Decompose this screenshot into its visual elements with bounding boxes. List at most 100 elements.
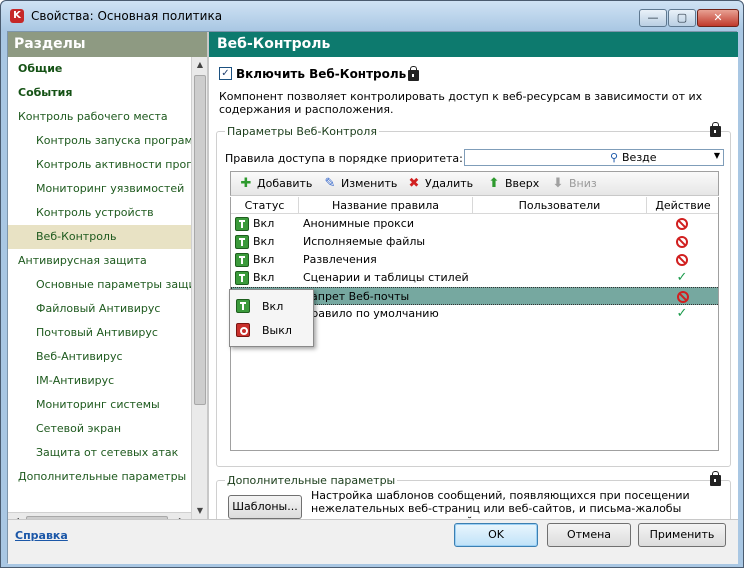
web-control-params-title: Параметры Веб-Контроля [225,125,379,138]
location-dropdown[interactable]: ⚲ Везде ▼ [464,149,724,166]
table-row[interactable]: Вкл Развлечения [231,251,718,269]
sections-vertical-scrollbar[interactable]: ▲ ▼ [191,57,207,519]
pencil-icon: ✎ [324,176,336,191]
ok-button[interactable]: OK [454,523,538,547]
row-users [477,215,647,233]
row-rule-name: Правило по умолчанию [303,307,439,320]
dialog-client: Разделы Общие События Контроль рабочего ме… [7,31,738,564]
allow-action-icon: ✓ [676,306,688,321]
block-action-icon [676,236,688,248]
delete-x-icon: ✖ [408,176,420,191]
extra-lock-icon[interactable] [710,471,721,486]
sidebar-item[interactable]: Контроль активности программ [8,153,191,177]
chevron-down-icon: ▼ [713,151,720,160]
sidebar-item[interactable]: Веб-Контроль [8,225,191,249]
component-description: Компонент позволяет контролировать досту… [219,90,703,116]
rules-priority-label: Правила доступа в порядке приоритета: [225,152,463,165]
params-lock-icon[interactable] [710,122,721,137]
popup-item-off[interactable]: Выкл [232,319,312,343]
status-on-icon[interactable] [235,253,249,267]
column-action[interactable]: Действие [647,197,718,214]
sidebar-item[interactable]: Контроль устройств [8,201,191,225]
sidebar-item[interactable]: IM-Антивирус [8,369,191,393]
move-up-button[interactable]: ⬆ Вверх [487,175,547,193]
sections-header: Разделы [8,32,207,57]
sidebar-item[interactable]: Основные параметры защиты [8,273,191,297]
title-bar[interactable]: K Свойства: Основная политика — ▢ ✕ [1,1,743,31]
properties-window: K Свойства: Основная политика — ▢ ✕ Разд… [0,0,744,568]
sections-horizontal-scrollbar[interactable]: ◀▶ [8,512,191,519]
sidebar-item[interactable]: События [8,81,191,105]
maximize-button[interactable]: ▢ [668,9,696,27]
close-button[interactable]: ✕ [697,9,739,27]
enable-web-control-label[interactable]: Включить Веб-Контроль [236,67,406,81]
status-on-icon [236,299,250,313]
table-row[interactable]: Вкл Сценарии и таблицы стилей ✓ [231,269,718,287]
table-row[interactable]: Вкл Исполняемые файлы [231,233,718,251]
sidebar-item[interactable]: Дополнительные параметры [8,465,191,489]
status-on-icon[interactable] [235,235,249,249]
sidebar-item[interactable]: Мониторинг системы [8,393,191,417]
row-status[interactable]: Вкл [253,251,297,269]
sidebar-item[interactable]: Почтовый Антивирус [8,321,191,345]
cancel-button[interactable]: Отмена [547,523,631,547]
row-rule-name: Запрет Веб-почты [304,290,410,303]
enable-web-control-checkbox[interactable]: ✓ [219,67,232,80]
status-off-icon [236,323,250,337]
popup-item-on[interactable]: Вкл [232,295,312,319]
status-on-icon[interactable] [235,271,249,285]
apply-button[interactable]: Применить [638,523,726,547]
allow-action-icon: ✓ [676,270,688,285]
row-users [478,288,648,306]
column-rule-name[interactable]: Название правила [299,197,473,214]
lock-icon[interactable] [408,66,419,81]
row-rule-name: Анонимные прокси [303,217,414,230]
scroll-down-arrow-icon[interactable]: ▼ [192,503,208,519]
row-rule-name: Развлечения [303,253,377,266]
delete-rule-button[interactable]: ✖ Удалить [407,175,477,193]
sidebar-item[interactable]: Веб-Антивирус [8,345,191,369]
sidebar-item[interactable]: Сетевой экран [8,417,191,441]
arrow-down-icon: ⬇ [552,176,564,191]
sidebar-item[interactable]: Защита от сетевых атак [8,441,191,465]
scroll-thumb[interactable] [194,75,206,405]
web-control-page: ✓ Включить Веб-Контроль Компонент позвол… [209,57,738,530]
block-action-icon [676,254,688,266]
row-rule-name: Исполняемые файлы [303,235,426,248]
location-dropdown-value: Везде [622,151,657,164]
edit-rule-button[interactable]: ✎ Изменить [323,175,398,193]
scroll-up-arrow-icon[interactable]: ▲ [192,57,208,73]
sidebar-item[interactable]: Контроль рабочего места [8,105,191,129]
templates-button[interactable]: Шаблоны... [228,495,302,519]
sidebar-item[interactable]: Контроль запуска программ [8,129,191,153]
minimize-button[interactable]: — [639,9,667,27]
column-status[interactable]: Статус [231,197,299,214]
table-row[interactable]: Вкл Анонимные прокси [231,215,718,233]
sidebar-item[interactable]: Общие [8,57,191,81]
row-status[interactable]: Вкл [253,233,297,251]
move-down-button[interactable]: ⬇ Вниз [551,175,606,193]
sidebar-item[interactable]: Мониторинг уязвимостей [8,177,191,201]
add-rule-button[interactable]: ✚ Добавить [239,175,314,193]
app-icon: K [10,9,24,23]
row-status[interactable]: Вкл [253,215,297,233]
block-action-icon [677,291,689,303]
sidebar-item[interactable]: Файловый Антивирус [8,297,191,321]
column-users[interactable]: Пользователи [473,197,647,214]
row-users [477,251,647,269]
sidebar-item[interactable]: Антивирусная защита [8,249,191,273]
sections-list: Общие События Контроль рабочего места Контр… [8,57,191,519]
status-on-icon[interactable] [235,217,249,231]
row-users [477,305,647,323]
arrow-up-icon: ⬆ [488,176,500,191]
rules-toolbar: ✚ Добавить ✎ Изменить ✖ Удалить ⬆ Вверх … [230,171,719,196]
help-link[interactable]: Справка [15,529,68,542]
row-rule-name: Сценарии и таблицы стилей [303,271,469,284]
row-users [477,269,647,287]
block-action-icon [676,218,688,230]
row-status[interactable]: Вкл [253,269,297,287]
page-title: Веб-Контроль [209,32,738,57]
plus-icon: ✚ [240,176,252,191]
extra-params-title: Дополнительные параметры [225,474,398,487]
search-icon: ⚲ [610,151,619,164]
